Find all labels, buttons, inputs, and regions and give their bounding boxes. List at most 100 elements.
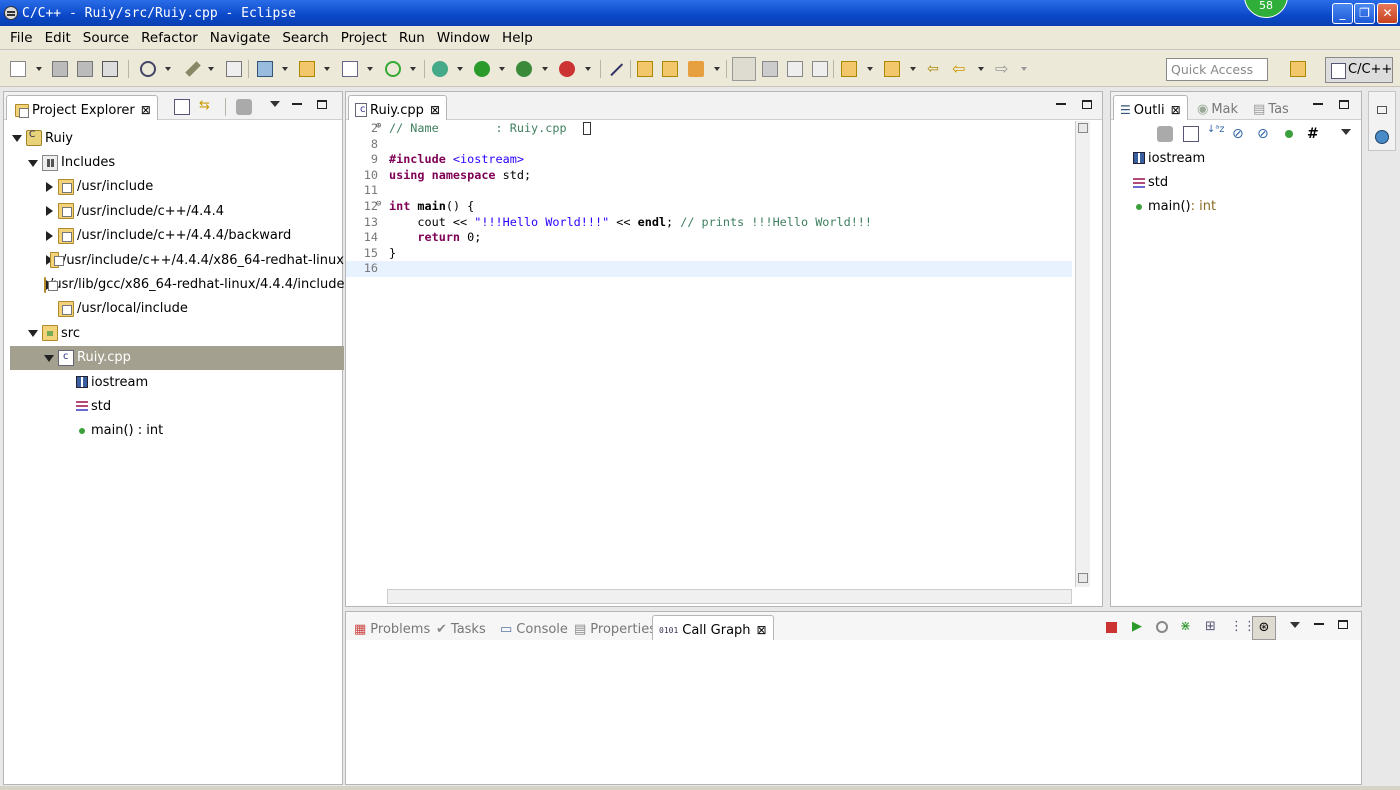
minimize-icon[interactable]	[1314, 623, 1324, 625]
tree-item-ruiy-cpp[interactable]: Ruiy.cpp	[10, 345, 344, 370]
tab-project-explorer[interactable]: Project Explorer ⊠	[6, 95, 158, 120]
code-line[interactable]: 13 cout << "!!!Hello World!!!" << endl; …	[346, 215, 1072, 231]
menu-project[interactable]: Project	[335, 30, 393, 46]
radial-view-icon[interactable]: ⋇	[1180, 620, 1196, 636]
menu-window[interactable]: Window	[431, 30, 496, 46]
tree-item-include-path[interactable]: /usr/include	[10, 175, 344, 199]
next-annotation-dropdown-icon[interactable]	[867, 67, 873, 71]
binary-icon[interactable]	[226, 61, 242, 77]
menu-file[interactable]: File	[4, 30, 39, 46]
menu-run[interactable]: Run	[393, 30, 431, 46]
collapse-all-icon[interactable]	[174, 99, 190, 115]
new-dropdown-icon[interactable]	[36, 67, 42, 71]
restore-icon[interactable]	[1377, 106, 1387, 114]
hide-fields-icon[interactable]: ⊘	[1232, 126, 1248, 142]
block-selection-icon[interactable]	[787, 61, 803, 77]
horizontal-scrollbar[interactable]	[387, 589, 1072, 604]
previous-annotation-icon[interactable]	[884, 61, 900, 77]
tab-properties[interactable]: ▤ Properties	[568, 615, 662, 640]
tab-call-graph[interactable]: 0101 Call Graph ⊠	[652, 615, 774, 640]
show-whitespace-icon[interactable]	[812, 61, 828, 77]
tree-item-std[interactable]: std	[10, 394, 344, 418]
view-menu-icon[interactable]	[270, 101, 280, 107]
profile-icon[interactable]	[516, 61, 532, 77]
refresh-dropdown-icon[interactable]	[410, 67, 416, 71]
build-dropdown-icon[interactable]	[208, 67, 214, 71]
run-icon[interactable]	[474, 61, 490, 77]
view-menu-icon[interactable]	[1290, 622, 1300, 628]
tab-make-target[interactable]: ◉ Mak	[1191, 95, 1244, 120]
search-tool-icon[interactable]	[688, 61, 704, 77]
code-line[interactable]: 2 // Name : Ruiy.cpp	[346, 121, 1072, 137]
save-all-icon[interactable]	[77, 61, 93, 77]
tree-item-include-path[interactable]: /usr/local/include	[10, 297, 344, 321]
filter-icon[interactable]	[1157, 126, 1173, 142]
view-menu-icon[interactable]	[1341, 129, 1351, 135]
outline-item-iostream[interactable]: iostream	[1131, 146, 1351, 170]
profile-dropdown-icon[interactable]	[542, 67, 548, 71]
vertical-scrollbar[interactable]	[1075, 121, 1090, 587]
new-class-icon[interactable]	[342, 61, 358, 77]
hide-nonpublic-icon[interactable]	[1285, 130, 1293, 138]
code-line[interactable]: 10 using namespace std;	[346, 168, 1072, 184]
forward-icon[interactable]: ⇨	[995, 61, 1011, 77]
tree-item-include-path[interactable]: /usr/include/c++/4.4.4/x86_64-redhat-lin…	[10, 248, 344, 272]
back-icon[interactable]: ⇦	[952, 61, 968, 77]
tree-item-main[interactable]: main() : int	[10, 419, 344, 443]
maximize-icon[interactable]	[317, 100, 327, 109]
tree-item-include-path[interactable]: /usr/lib/gcc/x86_64-redhat-linux/4.4.4/i…	[10, 272, 345, 296]
new-project-icon[interactable]	[257, 61, 273, 77]
refresh-icon[interactable]	[385, 61, 401, 77]
tree-item-include-path[interactable]: /usr/include/c++/4.4.4/backward	[10, 224, 344, 248]
tab-tasks[interactable]: ▤ Tas	[1247, 95, 1295, 120]
collapse-all-icon[interactable]	[1183, 126, 1199, 142]
restore-window-button[interactable]: ❐	[1354, 3, 1375, 24]
aggregate-view-icon[interactable]: ⊛	[1252, 616, 1276, 640]
tab-ruiy-cpp[interactable]: Ruiy.cpp ⊠	[348, 95, 447, 120]
hide-macros-icon[interactable]: #	[1307, 126, 1323, 142]
code-line[interactable]: 9 #include <iostream>	[346, 152, 1072, 168]
print-icon[interactable]	[102, 61, 118, 77]
code-line[interactable]: 8	[346, 137, 1072, 153]
tab-outline[interactable]: ☰ Outli ⊠	[1113, 95, 1188, 120]
tree-item-includes[interactable]: Includes	[10, 150, 344, 174]
outline-item-main[interactable]: main() : int	[1131, 195, 1351, 219]
menu-refactor[interactable]: Refactor	[135, 30, 204, 46]
make-target-icon[interactable]	[1375, 130, 1389, 144]
new-class-dropdown-icon[interactable]	[367, 67, 373, 71]
menu-source[interactable]: Source	[77, 30, 135, 46]
menu-search[interactable]: Search	[276, 30, 334, 46]
minimize-window-button[interactable]: _	[1332, 3, 1353, 24]
build-hammer-icon[interactable]	[185, 61, 201, 77]
tab-problems[interactable]: ▦ Problems	[348, 615, 436, 640]
perspective-cpp-button[interactable]: C/C++	[1325, 57, 1393, 83]
toggle-breakpoint-icon[interactable]	[608, 61, 624, 77]
close-window-button[interactable]: ✕	[1377, 3, 1398, 24]
new-icon[interactable]	[10, 61, 26, 77]
tab-tasks-bottom[interactable]: ✔ Tasks	[430, 615, 492, 640]
tree-item-project[interactable]: Ruiy	[10, 126, 344, 150]
open-perspective-icon[interactable]	[1290, 61, 1306, 77]
previous-annotation-dropdown-icon[interactable]	[910, 67, 916, 71]
next-annotation-icon[interactable]	[841, 61, 857, 77]
tree-item-iostream[interactable]: iostream	[10, 370, 344, 394]
fold-collapse-icon[interactable]: ⊖	[376, 199, 381, 209]
run-dropdown-icon[interactable]	[499, 67, 505, 71]
tree-item-src[interactable]: src	[10, 321, 344, 345]
external-tools-icon[interactable]	[559, 61, 575, 77]
save-icon[interactable]	[52, 61, 68, 77]
code-area[interactable]: 2 // Name : Ruiy.cpp 8 9 #include <iostream>…	[346, 120, 1076, 586]
debug-icon[interactable]	[432, 61, 448, 77]
play-icon[interactable]: ▶	[1132, 620, 1148, 636]
tab-console[interactable]: ▭ Console	[494, 615, 574, 640]
open-element-icon[interactable]	[662, 61, 678, 77]
mark-occurrences-icon[interactable]	[732, 57, 756, 81]
open-type-icon[interactable]	[637, 61, 653, 77]
new-project-dropdown-icon[interactable]	[282, 67, 288, 71]
level-view-icon[interactable]: ⋮⋮	[1230, 620, 1256, 636]
tree-view-icon[interactable]: ⊞	[1205, 620, 1221, 636]
maximize-icon[interactable]	[1339, 100, 1349, 109]
code-line[interactable]: 12 int main() {	[346, 199, 1072, 215]
fold-expand-icon[interactable]: ⊕	[376, 121, 381, 131]
back-dropdown-icon[interactable]	[978, 67, 984, 71]
